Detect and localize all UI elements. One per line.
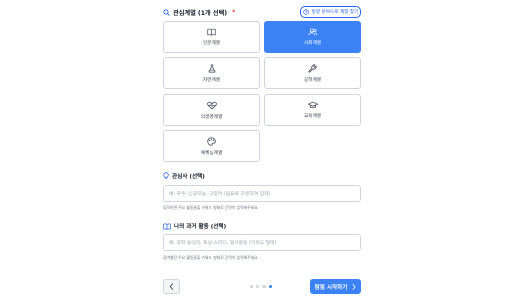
card-label: 예체능계열 [200, 150, 223, 156]
topic-help-text: 입력하면 주요 활동들을 키워드 형태로 간략히 입력해주세요. [163, 205, 259, 210]
card-education[interactable]: 교육계열 [264, 94, 361, 126]
step-dot-active [268, 285, 272, 289]
activity-help-text: 참여했던 주요 활동들을 키워드 형태로 간략히 입력해주세요. [163, 255, 259, 260]
card-engineering[interactable]: 공학계열 [264, 57, 361, 89]
start-exploration-label: 탐험 시작하기 [314, 284, 348, 291]
step-dot [256, 285, 260, 289]
step-dot [250, 285, 254, 289]
card-label: 교육계열 [303, 114, 322, 119]
card-label: 의생명계열 [200, 114, 223, 120]
help-circle-icon [302, 9, 309, 15]
wrench-icon [308, 63, 317, 73]
book-icon [207, 28, 216, 36]
graduation-cap-icon [307, 101, 318, 109]
card-bio-medical[interactable]: 의생명계열 [163, 94, 260, 126]
interest-title: 관심계열 (1개 선택) * [163, 7, 235, 17]
card-label: 사회계열 [303, 41, 322, 46]
find-field-button-label: 방향 분야으로 계열 찾기 [311, 10, 359, 15]
heart-pulse-icon [206, 101, 217, 110]
card-arts-sports[interactable]: 예체능계열 [163, 130, 260, 162]
back-button[interactable] [163, 279, 180, 294]
card-label: 공학계열 [303, 77, 322, 83]
topic-input-placeholder: 예: 우주, 인공지능, 고양이 (쉼표로 구분하여 입력) [169, 192, 271, 197]
activity-input[interactable]: 예: 과학 동아리, 토닝 스터디, 봉사활동 (키워드 형태) [163, 234, 361, 251]
chevron-left-icon [169, 283, 174, 290]
topic-input[interactable]: 예: 우주, 인공지능, 고양이 (쉼표로 구분하여 입력) [163, 185, 361, 202]
flask-icon [208, 64, 216, 73]
find-field-button[interactable]: 방향 분야으로 계열 찾기 [300, 6, 361, 18]
topic-title-text: 관심사 (선택) [172, 174, 205, 180]
start-exploration-button[interactable]: 탐험 시작하기 [310, 279, 361, 294]
activity-title-text: 나의 과거 활동 (선택) [174, 224, 227, 230]
card-social[interactable]: 사회계열 [264, 21, 361, 53]
step-indicator [250, 285, 272, 289]
card-label: 인문계열 [202, 41, 221, 46]
interest-title-text: 관심계열 (1개 선택) [173, 9, 228, 17]
step-dot [262, 285, 266, 289]
palette-icon [207, 136, 216, 146]
required-mark: * [232, 8, 236, 16]
card-natural[interactable]: 자연계열 [163, 57, 260, 89]
activity-input-placeholder: 예: 과학 동아리, 토닝 스터디, 봉사활동 (키워드 형태) [169, 241, 277, 246]
search-icon [163, 8, 170, 16]
card-humanities[interactable]: 인문계열 [163, 21, 260, 53]
card-label: 자연계열 [202, 77, 221, 83]
lightbulb-icon [163, 172, 169, 180]
topic-title: 관심사 (선택) [163, 171, 205, 181]
book-open-icon [163, 223, 171, 230]
activity-title: 나의 과거 활동 (선택) [163, 221, 226, 231]
chevron-right-icon [352, 283, 356, 290]
users-icon [308, 28, 318, 36]
